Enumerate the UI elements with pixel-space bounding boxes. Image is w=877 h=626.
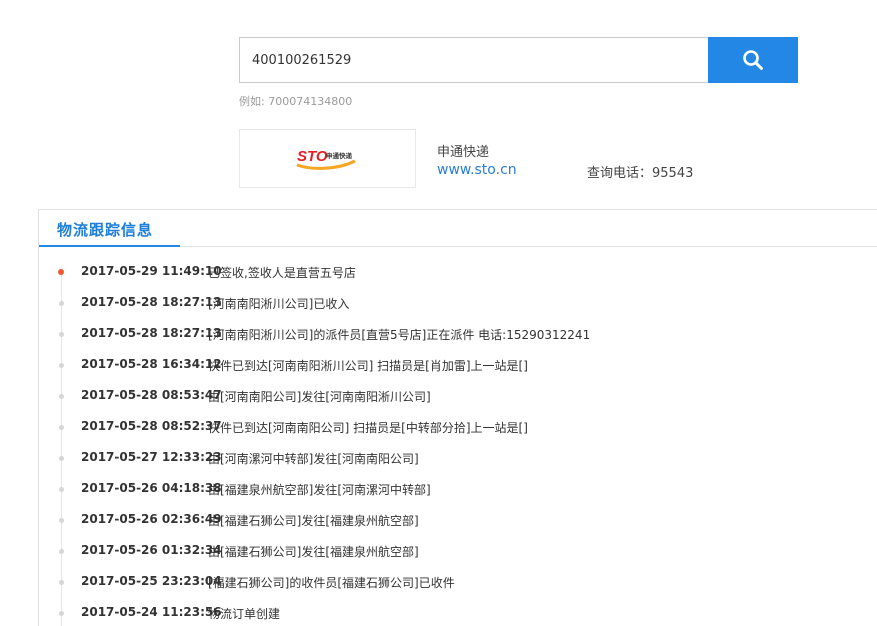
- event-time: 2017-05-28 08:53:47: [81, 388, 222, 402]
- event-time: 2017-05-28 16:34:12: [81, 357, 222, 371]
- timeline-dot: [59, 518, 64, 523]
- tracking-event-row: 2017-05-28 16:34:12 快件已到达[河南南阳淅川公司] 扫描员是[…: [56, 357, 856, 377]
- event-description: 已签收,签收人是直营五号店: [208, 266, 356, 280]
- timeline-dot: [59, 425, 64, 430]
- event-time: 2017-05-28 08:52:37: [81, 419, 222, 433]
- tracking-events-list: 2017-05-29 11:49:10 已签收,签收人是直营五号店 2017-05-…: [0, 0, 877, 626]
- event-description: [福建石狮公司]的收件员[福建石狮公司]已收件: [208, 576, 455, 590]
- page: 例如: 700074134800 STO 申通快递 申通快递 www.sto.c…: [0, 0, 877, 626]
- tracking-event-row: 2017-05-28 18:27:13 [河南南阳淅川公司]的派件员[直营5号店]…: [56, 326, 856, 346]
- tracking-event-row: 2017-05-28 18:27:13 [河南南阳淅川公司]已收入: [56, 295, 856, 315]
- event-time: 2017-05-25 23:23:04: [81, 574, 222, 588]
- event-time: 2017-05-26 04:18:38: [81, 481, 222, 495]
- event-description: 快件已到达[河南南阳公司] 扫描员是[中转部分拾]上一站是[]: [208, 421, 528, 435]
- tracking-event-row: 2017-05-25 23:23:04 [福建石狮公司]的收件员[福建石狮公司]已…: [56, 574, 856, 594]
- tracking-event-row: 2017-05-27 12:33:23 由[河南漯河中转部]发往[河南南阳公司]: [56, 450, 856, 470]
- timeline-dot: [59, 363, 64, 368]
- tracking-event-row: 2017-05-24 11:23:56 物流订单创建: [56, 605, 856, 625]
- event-time: 2017-05-27 12:33:23: [81, 450, 222, 464]
- event-description: 由[福建石狮公司]发往[福建泉州航空部]: [208, 545, 419, 559]
- tracking-event-row: 2017-05-29 11:49:10 已签收,签收人是直营五号店: [56, 264, 856, 284]
- timeline-active-dot: [58, 269, 64, 275]
- timeline-dot: [59, 487, 64, 492]
- event-description: [河南南阳淅川公司]的派件员[直营5号店]正在派件 电话:15290312241: [208, 328, 591, 342]
- tracking-event-row: 2017-05-26 04:18:38 由[福建泉州航空部]发往[河南漯河中转部]: [56, 481, 856, 501]
- tracking-event-row: 2017-05-28 08:53:47 由[河南南阳公司]发往[河南南阳淅川公司]: [56, 388, 856, 408]
- timeline-dot: [59, 301, 64, 306]
- event-time: 2017-05-26 02:36:49: [81, 512, 222, 526]
- timeline-dot: [59, 611, 64, 616]
- timeline-dot: [59, 456, 64, 461]
- event-description: 由[福建泉州航空部]发往[河南漯河中转部]: [208, 483, 431, 497]
- event-description: 物流订单创建: [208, 607, 281, 621]
- timeline-dot: [59, 580, 64, 585]
- tracking-event-row: 2017-05-28 08:52:37 快件已到达[河南南阳公司] 扫描员是[中转…: [56, 419, 856, 439]
- tracking-event-row: 2017-05-26 01:32:34 由[福建石狮公司]发往[福建泉州航空部]: [56, 543, 856, 563]
- event-description: 快件已到达[河南南阳淅川公司] 扫描员是[肖加雷]上一站是[]: [208, 359, 528, 373]
- tracking-event-row: 2017-05-26 02:36:49 由[福建石狮公司]发往[福建泉州航空部]: [56, 512, 856, 532]
- event-time: 2017-05-28 18:27:13: [81, 295, 222, 309]
- timeline-dot: [59, 332, 64, 337]
- event-time: 2017-05-29 11:49:10: [81, 264, 222, 278]
- event-time: 2017-05-28 18:27:13: [81, 326, 222, 340]
- event-description: 由[河南漯河中转部]发往[河南南阳公司]: [208, 452, 419, 466]
- event-description: 由[福建石狮公司]发往[福建泉州航空部]: [208, 514, 419, 528]
- event-description: [河南南阳淅川公司]已收入: [208, 297, 350, 311]
- event-description: 由[河南南阳公司]发往[河南南阳淅川公司]: [208, 390, 431, 404]
- timeline-dot: [59, 549, 64, 554]
- event-time: 2017-05-24 11:23:56: [81, 605, 222, 619]
- event-time: 2017-05-26 01:32:34: [81, 543, 222, 557]
- timeline-dot: [59, 394, 64, 399]
